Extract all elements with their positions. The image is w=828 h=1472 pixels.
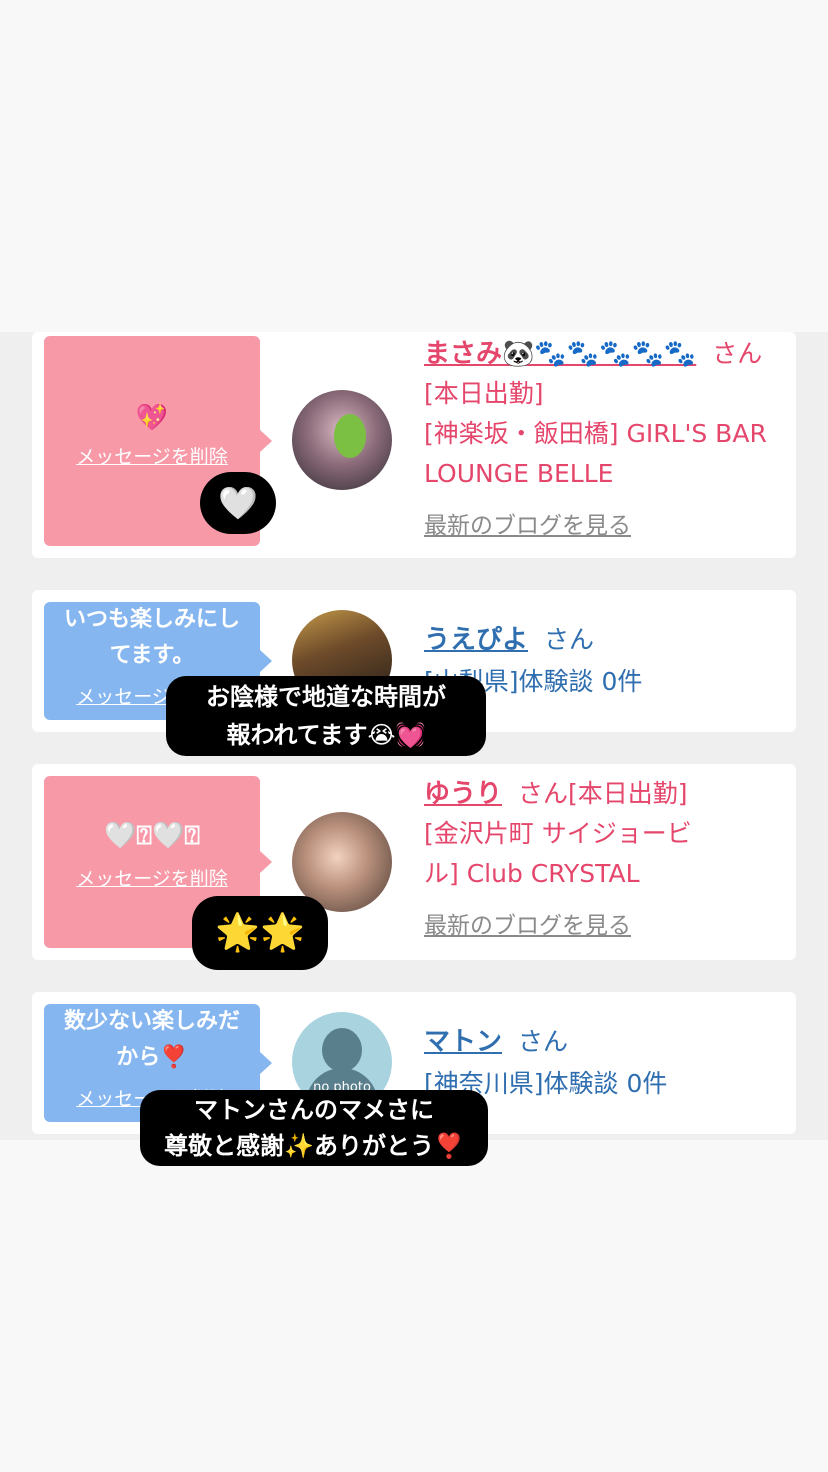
cast-info: ゆうり さん[本日出勤] [金沢片町 サイジョービ ル] Club CRYSTAL… [424,774,794,946]
message-text: いつも楽しみにしてます。 [63,607,240,668]
shop-name: LOUNGE BELLE [424,459,614,488]
story-sticker-text: マトンさんのマメさに 尊敬と感謝✨ありがとう❣️ [140,1090,488,1166]
message-text: 数少ない楽しみだから❣️ [63,1009,240,1070]
sticker-line: 🤍 [218,484,258,522]
sticker-line: 尊敬と感謝✨ありがとう❣️ [164,1132,464,1160]
favorite-card: 💖 メッセージを削除 まさみ🐼🐾🐾🐾🐾🐾 さん [本日出勤] [神楽坂・飯田橋] … [32,332,796,558]
shop-area: [神楽坂・飯田橋] GIRL'S BAR [424,419,767,448]
story-sticker-heart: 🤍 [200,472,276,534]
san-suffix: さん [518,1027,569,1056]
san-suffix: さん [544,625,595,654]
story-sticker-stars: 🌟🌟 [192,896,328,970]
cast-name-link[interactable]: まさみ🐼🐾🐾🐾🐾🐾 [424,339,696,369]
blog-link[interactable]: 最新のブログを見る [424,506,794,546]
cast-name-link[interactable]: ゆうり [424,779,502,809]
cast-name-link[interactable]: マトン [424,1027,502,1057]
shop-name: ル] Club CRYSTAL [424,859,640,888]
favorite-card: 🤍⍰🤍⍰ メッセージを削除 ゆうり さん[本日出勤] [金沢片町 サイジョービ ル… [32,764,796,960]
person-silhouette-icon [322,1028,362,1072]
delete-message-link[interactable]: メッセージを削除 [44,442,260,469]
san-suffix: さん [518,779,569,808]
delete-message-link[interactable]: メッセージを削除 [44,864,260,891]
message-text: 🤍⍰🤍⍰ [104,821,200,851]
blog-link[interactable]: 最新のブログを見る [424,906,794,946]
sticker-line: お陰様で地道な時間が [206,683,446,711]
cast-name-link[interactable]: うえぴよ [424,625,528,655]
avatar[interactable] [292,390,392,490]
story-sticker-text: お陰様で地道な時間が 報われてます😭💓 [166,676,486,756]
sticker-line: 報われてます😭💓 [226,721,426,749]
cast-info: まさみ🐼🐾🐾🐾🐾🐾 さん [本日出勤] [神楽坂・飯田橋] GIRL'S BAR … [424,334,794,546]
sticker-line: 🌟🌟 [215,912,305,953]
attendance-status: [本日出勤] [568,779,688,808]
attendance-status: [本日出勤] [424,379,544,408]
message-text: 💖 [135,403,169,433]
san-suffix: さん [712,339,763,368]
shop-area: [金沢片町 サイジョービ [424,819,692,848]
face-cover-sticker [334,414,366,458]
sticker-line: マトンさんのマメさに [194,1096,434,1124]
